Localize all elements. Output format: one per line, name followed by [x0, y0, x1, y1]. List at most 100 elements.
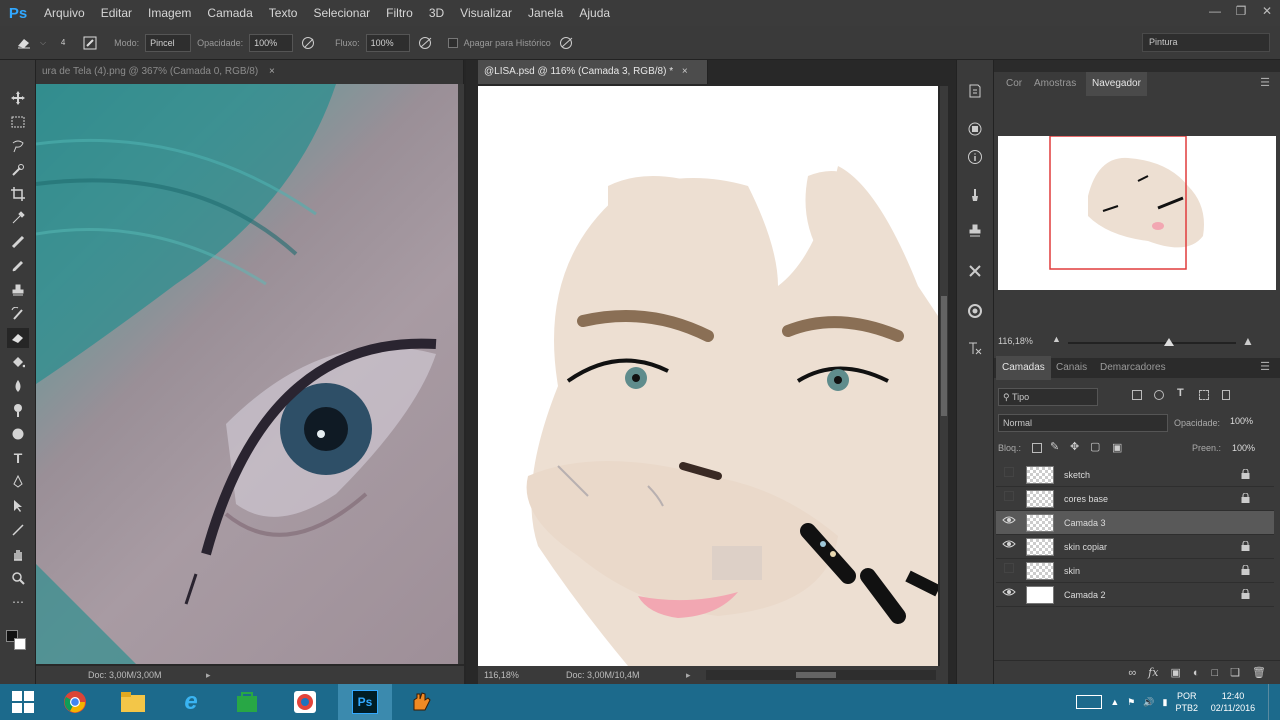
eraser-tool-preset-icon[interactable]	[14, 33, 34, 53]
airbrush-icon[interactable]	[416, 33, 436, 53]
pressure-opacity-icon[interactable]	[299, 33, 319, 53]
layer-thumbnail[interactable]	[1026, 514, 1054, 532]
layer-row-skin-copiar[interactable]: skin copiar	[996, 535, 1274, 559]
visibility-eye-icon[interactable]	[1002, 467, 1016, 481]
navigator-zoom-slider-thumb[interactable]	[1163, 338, 1174, 346]
mode-select[interactable]: Pincel	[145, 33, 192, 52]
taskbar-store[interactable]	[220, 684, 274, 720]
visibility-eye-icon[interactable]	[1002, 491, 1016, 505]
taskbar-file-explorer[interactable]	[106, 684, 160, 720]
brush-tool-icon[interactable]	[7, 256, 29, 276]
menu-imagem[interactable]: Imagem	[140, 6, 199, 20]
sponge-tool-icon[interactable]	[7, 424, 29, 444]
healing-brush-tool-icon[interactable]	[7, 232, 29, 252]
doc2-horizontal-scrollbar[interactable]	[706, 670, 936, 680]
layer-name[interactable]: skin copiar	[1064, 535, 1107, 559]
close-icon[interactable]: ✕	[1254, 0, 1280, 26]
crop-tool-icon[interactable]	[7, 184, 29, 204]
erase-to-history-checkbox[interactable]	[447, 37, 458, 48]
menu-ajuda[interactable]: Ajuda	[571, 6, 618, 20]
lock-position-icon[interactable]: ✥	[1070, 440, 1079, 453]
new-layer-icon[interactable]: ❏	[1230, 666, 1240, 679]
layer-filter-select[interactable]: ⚲ Tipo	[998, 388, 1098, 406]
menu-filtro[interactable]: Filtro	[378, 6, 421, 20]
character-panel-icon[interactable]	[963, 338, 987, 360]
history-brush-tool-icon[interactable]	[7, 304, 29, 324]
libraries-panel-icon[interactable]	[963, 300, 987, 322]
layer-row-skin[interactable]: skin	[996, 559, 1274, 583]
eyedropper-tool-icon[interactable]	[7, 208, 29, 228]
layer-name[interactable]: Camada 3	[1064, 511, 1106, 535]
zoom-tool-icon[interactable]	[7, 568, 29, 588]
filter-type-icon[interactable]: T	[1177, 387, 1184, 399]
paint-bucket-tool-icon[interactable]	[7, 352, 29, 372]
language-indicator[interactable]: POR PTB2	[1175, 690, 1198, 714]
canvas-lisa-painting[interactable]	[478, 86, 938, 666]
tab-navegador[interactable]: Navegador	[1086, 72, 1147, 96]
fill-input[interactable]: 100%	[1232, 443, 1255, 453]
doc1-vertical-scrollbar[interactable]	[458, 84, 464, 664]
pen-tool-icon[interactable]	[7, 472, 29, 492]
brush-size-preview[interactable]: 4	[52, 38, 74, 47]
layer-style-icon[interactable]: fx	[1148, 666, 1158, 679]
history-panel-icon[interactable]	[963, 80, 987, 102]
start-button[interactable]	[0, 684, 46, 720]
dodge-tool-icon[interactable]	[7, 400, 29, 420]
navigator-zoom-value[interactable]: 116,18%	[998, 336, 1033, 346]
add-mask-icon[interactable]: ▣	[1170, 666, 1180, 679]
clone-stamp-tool-icon[interactable]	[7, 280, 29, 300]
zoom-out-icon[interactable]: ▲	[1052, 334, 1061, 344]
layer-thumbnail[interactable]	[1026, 490, 1054, 508]
layer-name[interactable]: sketch	[1064, 463, 1090, 487]
layer-row-camada-2[interactable]: Camada 2	[996, 583, 1274, 607]
filter-smart-object-icon[interactable]	[1222, 390, 1230, 400]
layer-name[interactable]: Camada 2	[1064, 583, 1106, 607]
zoom-in-icon[interactable]: ▲	[1242, 334, 1254, 348]
clock[interactable]: 12:40 02/11/2016	[1206, 690, 1260, 714]
layer-thumbnail[interactable]	[1026, 538, 1054, 556]
network-icon[interactable]: ▮	[1163, 697, 1168, 708]
navigator-menu-icon[interactable]: ☰	[1260, 76, 1270, 89]
layer-thumbnail[interactable]	[1026, 562, 1054, 580]
filter-adjustment-icon[interactable]	[1154, 390, 1164, 400]
hand-tool-icon[interactable]	[7, 544, 29, 564]
menu-visualizar[interactable]: Visualizar	[452, 6, 520, 20]
blend-mode-select[interactable]: Normal	[998, 414, 1168, 432]
layer-thumbnail[interactable]	[1026, 586, 1054, 604]
taskbar-app-hand[interactable]	[394, 684, 448, 720]
layers-menu-icon[interactable]: ☰	[1260, 360, 1270, 373]
blur-tool-icon[interactable]	[7, 376, 29, 396]
layer-row-cores-base[interactable]: cores base	[996, 487, 1274, 511]
doc2-status-arrow-icon[interactable]: ▸	[686, 666, 691, 684]
move-tool-icon[interactable]	[7, 88, 29, 108]
flag-icon[interactable]: ⚑	[1127, 697, 1135, 708]
document-tab-1-close-icon[interactable]: ×	[269, 66, 275, 77]
visibility-eye-icon[interactable]	[1002, 587, 1016, 601]
keyboard-icon[interactable]	[1076, 695, 1103, 709]
lock-artboard-icon[interactable]: ▢	[1090, 440, 1100, 453]
taskbar-chrome[interactable]	[48, 684, 102, 720]
tab-canais[interactable]: Canais	[1050, 356, 1093, 380]
tab-demarcadores[interactable]: Demarcadores	[1094, 356, 1172, 380]
filter-shape-icon[interactable]	[1199, 390, 1209, 400]
menu-selecionar[interactable]: Selecionar	[305, 6, 378, 20]
doc1-status-arrow-icon[interactable]: ▸	[206, 666, 211, 684]
workspace-select[interactable]: Pintura	[1142, 33, 1270, 52]
more-tools-icon[interactable]: ⋯	[7, 592, 29, 612]
delete-layer-icon[interactable]: 🗑	[1252, 666, 1266, 679]
adjustment-layer-icon[interactable]: ◐	[1193, 667, 1200, 679]
new-group-icon[interactable]: □	[1212, 667, 1219, 679]
tab-camadas[interactable]: Camadas	[996, 356, 1051, 380]
layer-name[interactable]: cores base	[1064, 487, 1108, 511]
lock-transparent-icon[interactable]	[1032, 443, 1042, 453]
volume-icon[interactable]: 🔊	[1143, 697, 1154, 708]
document-tab-1[interactable]: ura de Tela (4).png @ 367% (Camada 0, RG…	[36, 60, 464, 84]
taskbar-app-round[interactable]	[278, 684, 332, 720]
visibility-eye-icon[interactable]	[1002, 563, 1016, 577]
layer-row-sketch[interactable]: sketch	[996, 463, 1274, 487]
marquee-tool-icon[interactable]	[7, 112, 29, 132]
lock-all-icon[interactable]: ▣	[1112, 441, 1122, 454]
path-selection-tool-icon[interactable]	[7, 496, 29, 516]
eraser-tool-icon[interactable]	[7, 328, 29, 348]
menu-3d[interactable]: 3D	[421, 6, 452, 20]
